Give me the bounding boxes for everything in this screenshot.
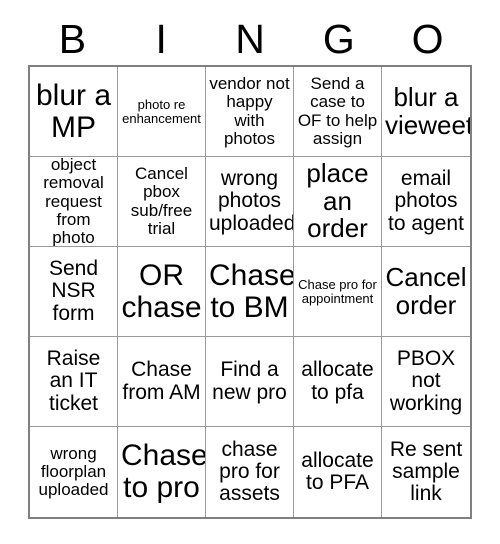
bingo-cell-label: wrong photos uploaded <box>209 167 294 235</box>
bingo-cell-label: email photos to agent <box>388 167 464 235</box>
bingo-cell[interactable]: Chase pro for appointment <box>294 247 382 337</box>
bingo-header-letter-b: B <box>58 16 87 62</box>
bingo-cell-label: PBOX not working <box>389 347 463 415</box>
bingo-header-row: B I N G O <box>28 14 472 65</box>
bingo-cell[interactable]: Raise an IT ticket <box>30 337 118 427</box>
bingo-cell[interactable]: photo re enhancement <box>118 67 206 157</box>
bingo-cell[interactable]: blur a MP <box>30 67 118 157</box>
bingo-cell-label: Chase from AM <box>122 358 201 404</box>
bingo-cell-label: allocate to PFA <box>301 448 374 494</box>
bingo-header-letter-i: I <box>155 16 167 62</box>
bingo-cell[interactable]: Send a case to OF to help assign <box>294 67 382 157</box>
bingo-cell[interactable]: object removal request from photo <box>30 157 118 247</box>
bingo-cell-label: chase pro for assets <box>219 437 280 506</box>
bingo-cell[interactable]: email photos to agent <box>382 157 470 247</box>
bingo-cell[interactable]: Find a new pro <box>206 337 294 427</box>
bingo-cell[interactable]: Re sent sample link <box>382 427 470 517</box>
bingo-cell-label: Chase to pro <box>121 439 206 504</box>
bingo-cell[interactable]: vendor not happy with photos <box>206 67 294 157</box>
bingo-cell-label: Chase pro for appointment <box>298 276 377 306</box>
bingo-cell[interactable]: Chase to pro <box>118 427 206 517</box>
bingo-cell-label: Find a new pro <box>212 358 287 404</box>
bingo-cell[interactable]: blur a vieweet <box>382 67 470 157</box>
bingo-cell-label: Send NSR form <box>48 257 99 325</box>
bingo-cell-label: Cancel order <box>385 261 467 320</box>
bingo-cell-label: photo re enhancement <box>122 96 201 126</box>
bingo-cell[interactable]: wrong photos uploaded <box>206 157 294 247</box>
bingo-header-letter-n: N <box>235 16 265 62</box>
bingo-cell-label: OR chase <box>121 258 202 324</box>
bingo-cell[interactable]: Send NSR form <box>30 247 118 337</box>
bingo-header-letter-o: O <box>411 16 444 62</box>
bingo-cell-label: place an order <box>306 158 369 244</box>
bingo-cell[interactable]: OR chase <box>118 247 206 337</box>
bingo-cell-label: Re sent sample link <box>389 437 463 506</box>
bingo-cell[interactable]: chase pro for assets <box>206 427 294 517</box>
bingo-cell-label: vendor not happy with photos <box>209 74 290 148</box>
bingo-cell-label: blur a MP <box>35 78 112 144</box>
bingo-card: B I N G O blur a MP photo re enhancement v… <box>28 14 472 519</box>
bingo-cell[interactable]: place an order <box>294 157 382 247</box>
bingo-cell[interactable]: PBOX not working <box>382 337 470 427</box>
bingo-cell[interactable]: Cancel pbox sub/free trial <box>118 157 206 247</box>
bingo-cell[interactable]: wrong floorplan uploaded <box>30 427 118 517</box>
bingo-cell[interactable]: Chase from AM <box>118 337 206 427</box>
bingo-grid: blur a MP photo re enhancement vendor not … <box>28 65 472 519</box>
bingo-header-letter-g: G <box>322 16 355 62</box>
bingo-cell[interactable]: allocate to pfa <box>294 337 382 427</box>
bingo-cell-label: Raise an IT ticket <box>46 347 101 415</box>
bingo-cell-label: blur a vieweet <box>385 81 470 140</box>
bingo-cell[interactable]: Cancel order <box>382 247 470 337</box>
bingo-cell-label: Cancel pbox sub/free trial <box>130 164 193 238</box>
bingo-cell-label: Send a case to OF to help assign <box>297 74 378 148</box>
bingo-cell[interactable]: allocate to PFA <box>294 427 382 517</box>
bingo-cell-label: allocate to pfa <box>301 358 374 404</box>
bingo-cell[interactable]: Chase to BM <box>206 247 294 337</box>
bingo-cell-label: wrong floorplan uploaded <box>38 443 109 499</box>
bingo-cell-label: object removal request from photo <box>43 157 104 247</box>
bingo-cell-label: Chase to BM <box>209 258 294 324</box>
